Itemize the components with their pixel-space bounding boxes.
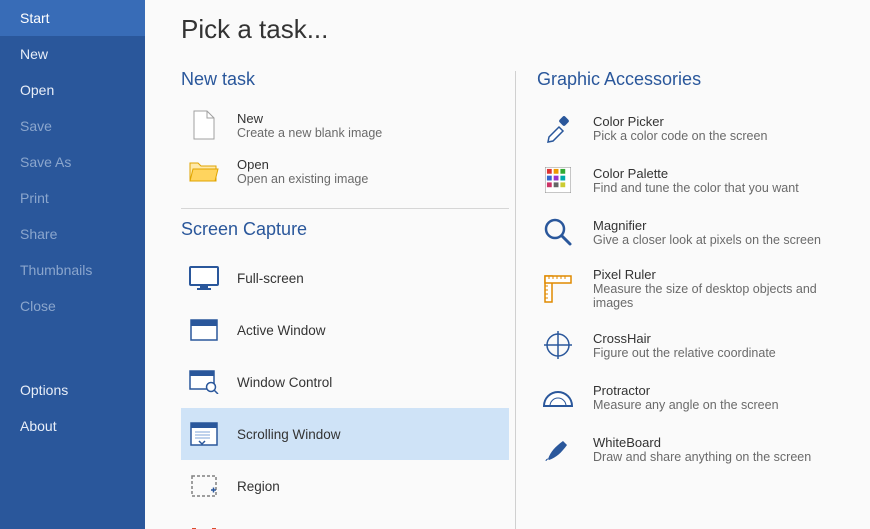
region-icon (187, 469, 221, 503)
capture-scrolling-window[interactable]: Scrolling Window (181, 408, 509, 460)
section-title-screen-capture: Screen Capture (181, 219, 509, 240)
capture-label: Scrolling Window (237, 427, 341, 442)
sidebar-item-save-as: Save As (0, 144, 145, 180)
ga-title: Color Palette (593, 166, 799, 181)
section-title-graphic-accessories: Graphic Accessories (537, 69, 844, 90)
sidebar-item-label: Start (20, 10, 50, 26)
page-title: Pick a task... (181, 14, 844, 45)
capture-fixed-region[interactable]: Fixed Region (181, 512, 509, 529)
ga-subtitle: Measure any angle on the screen (593, 398, 779, 412)
sidebar-item-new[interactable]: New (0, 36, 145, 72)
sidebar-item-label: Save As (20, 154, 71, 170)
ga-subtitle: Figure out the relative coordinate (593, 346, 776, 360)
protractor-icon (541, 380, 575, 414)
capture-label: Active Window (237, 323, 326, 338)
sidebar-item-label: Options (20, 382, 68, 398)
magnifier-icon (541, 215, 575, 249)
task-new[interactable]: New Create a new blank image (181, 102, 509, 148)
sidebar-item-thumbnails: Thumbnails (0, 252, 145, 288)
ga-subtitle: Pick a color code on the screen (593, 129, 767, 143)
main-panel: Pick a task... New task New Create a new… (145, 0, 870, 529)
ga-magnifier[interactable]: Magnifier Give a closer look at pixels o… (537, 206, 844, 258)
sidebar-item-print: Print (0, 180, 145, 216)
sidebar-item-options[interactable]: Options (0, 372, 145, 408)
sidebar-item-save: Save (0, 108, 145, 144)
window-icon (187, 313, 221, 347)
sidebar-item-label: Share (20, 226, 57, 242)
sidebar-item-label: New (20, 46, 48, 62)
sidebar-item-open[interactable]: Open (0, 72, 145, 108)
sidebar-item-label: Close (20, 298, 56, 314)
fixed-region-icon (187, 521, 221, 529)
ga-title: Pixel Ruler (593, 267, 840, 282)
eyedropper-icon (541, 111, 575, 145)
blank-page-icon (187, 108, 221, 142)
horizontal-separator (181, 208, 509, 209)
sidebar-item-start[interactable]: Start (0, 0, 145, 36)
capture-window-control[interactable]: Window Control (181, 356, 509, 408)
capture-active-window[interactable]: Active Window (181, 304, 509, 356)
task-subtitle: Open an existing image (237, 172, 368, 186)
ga-title: WhiteBoard (593, 435, 811, 450)
task-title: New (237, 111, 382, 126)
ga-title: Color Picker (593, 114, 767, 129)
ruler-icon (541, 272, 575, 306)
left-column: New task New Create a new blank image Op… (181, 69, 509, 529)
sidebar-item-close: Close (0, 288, 145, 324)
capture-label: Full-screen (237, 271, 304, 286)
ga-color-picker[interactable]: Color Picker Pick a color code on the sc… (537, 102, 844, 154)
sidebar-item-label: Open (20, 82, 54, 98)
sidebar-item-label: About (20, 418, 57, 434)
vertical-separator (515, 71, 516, 529)
ga-pixel-ruler[interactable]: Pixel Ruler Measure the size of desktop … (537, 258, 844, 319)
capture-label: Region (237, 479, 280, 494)
palette-grid-icon (541, 163, 575, 197)
ga-subtitle: Give a closer look at pixels on the scre… (593, 233, 821, 247)
sidebar-item-about[interactable]: About (0, 408, 145, 444)
sidebar-item-label: Print (20, 190, 49, 206)
task-title: Open (237, 157, 368, 172)
sidebar: Start New Open Save Save As Print Share … (0, 0, 145, 529)
monitor-icon (187, 261, 221, 295)
sidebar-item-share: Share (0, 216, 145, 252)
ga-color-palette[interactable]: Color Palette Find and tune the color th… (537, 154, 844, 206)
ga-subtitle: Draw and share anything on the screen (593, 450, 811, 464)
crosshair-icon (541, 328, 575, 362)
sidebar-item-label: Thumbnails (20, 262, 92, 278)
pen-icon (541, 432, 575, 466)
ga-whiteboard[interactable]: WhiteBoard Draw and share anything on th… (537, 423, 844, 475)
ga-title: Magnifier (593, 218, 821, 233)
task-open[interactable]: Open Open an existing image (181, 148, 509, 194)
capture-full-screen[interactable]: Full-screen (181, 252, 509, 304)
ga-title: Protractor (593, 383, 779, 398)
sidebar-item-label: Save (20, 118, 52, 134)
ga-crosshair[interactable]: CrossHair Figure out the relative coordi… (537, 319, 844, 371)
ga-title: CrossHair (593, 331, 776, 346)
section-title-new-task: New task (181, 69, 509, 90)
right-column: Graphic Accessories Color Picker Pick a … (537, 69, 844, 529)
task-subtitle: Create a new blank image (237, 126, 382, 140)
ga-subtitle: Find and tune the color that you want (593, 181, 799, 195)
scroll-window-icon (187, 417, 221, 451)
window-search-icon (187, 365, 221, 399)
ga-subtitle: Measure the size of desktop objects and … (593, 282, 840, 310)
folder-open-icon (187, 154, 221, 188)
ga-protractor[interactable]: Protractor Measure any angle on the scre… (537, 371, 844, 423)
capture-label: Window Control (237, 375, 332, 390)
capture-region[interactable]: Region (181, 460, 509, 512)
